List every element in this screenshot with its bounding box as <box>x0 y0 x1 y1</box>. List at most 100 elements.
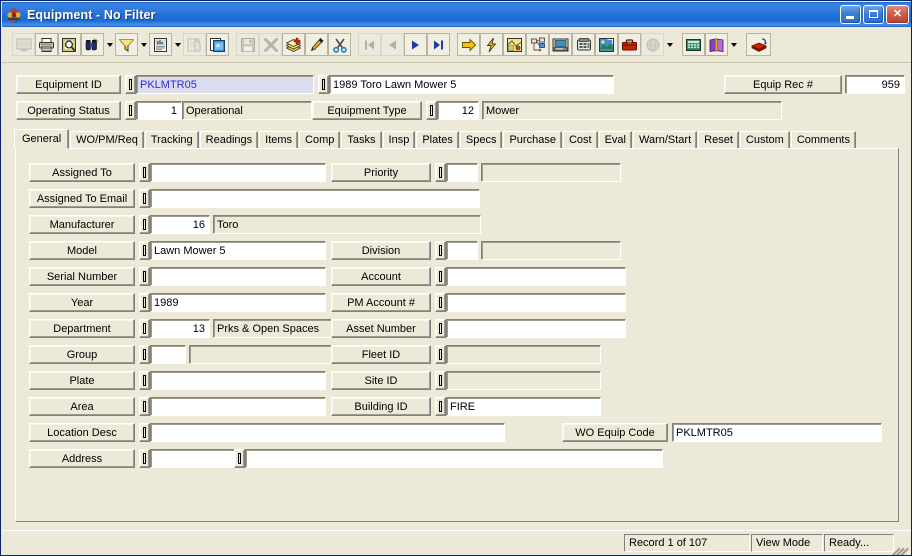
equipment-id-lookup-gadget[interactable] <box>125 75 136 94</box>
equipment-id-input[interactable]: PKLMTR05 <box>136 75 314 94</box>
tab-plates[interactable]: Plates <box>416 131 459 149</box>
report-icon[interactable] <box>149 33 172 56</box>
equipment-type-lookup-gadget[interactable] <box>426 101 437 120</box>
plate-input[interactable] <box>150 371 326 390</box>
model-lookup-gadget[interactable] <box>139 241 150 260</box>
tab-purchase[interactable]: Purchase <box>503 131 562 149</box>
serial-number-lookup-gadget[interactable] <box>139 267 150 286</box>
tab-eval[interactable]: Eval <box>598 131 632 149</box>
image-picture-icon[interactable] <box>595 33 618 56</box>
serial-number-input[interactable] <box>150 267 326 286</box>
cut-scissors-icon[interactable] <box>328 33 351 56</box>
tab-tracking[interactable]: Tracking <box>144 131 199 149</box>
edit-pencil-icon[interactable] <box>305 33 328 56</box>
minimize-button[interactable] <box>840 5 861 24</box>
year-input[interactable]: 1989 <box>150 293 326 312</box>
tab-general[interactable]: General <box>14 129 70 149</box>
division-code-input[interactable] <box>446 241 478 260</box>
equip-rec-value[interactable]: 959 <box>845 75 905 94</box>
priority-lookup-gadget[interactable] <box>435 163 446 182</box>
fleet-id-lookup-gadget[interactable] <box>435 345 446 364</box>
tab-warn-start[interactable]: Warn/Start <box>632 131 698 149</box>
print-preview-icon[interactable] <box>58 33 81 56</box>
assigned-to-lookup-gadget[interactable] <box>139 163 150 182</box>
filter-dropdown-arrow[interactable] <box>138 33 149 56</box>
add-record-icon[interactable] <box>282 33 305 56</box>
tab-tasks[interactable]: Tasks <box>341 131 382 149</box>
year-lookup-gadget[interactable] <box>139 293 150 312</box>
tab-items[interactable]: Items <box>259 131 299 149</box>
location-desc-input[interactable] <box>150 423 505 442</box>
assigned-to-email-input[interactable] <box>150 189 480 208</box>
department-code-input[interactable]: 13 <box>150 319 210 338</box>
tab-custom[interactable]: Custom <box>739 131 790 149</box>
properties-icon[interactable] <box>183 33 206 56</box>
assigned-to-email-lookup-gadget[interactable] <box>139 189 150 208</box>
department-lookup-gadget[interactable] <box>139 319 150 338</box>
operating-status-lookup-gadget[interactable] <box>125 101 136 120</box>
last-record-icon[interactable] <box>427 33 450 56</box>
tab-wo-pm-req[interactable]: WO/PM/Req <box>70 131 144 149</box>
copy-record-icon[interactable] <box>206 33 229 56</box>
tab-comp[interactable]: Comp <box>299 131 341 149</box>
hierarchy-tree-icon[interactable] <box>526 33 549 56</box>
assigned-to-input[interactable] <box>150 163 326 182</box>
operating-status-code[interactable]: 1 <box>136 101 182 120</box>
account-lookup-gadget[interactable] <box>435 267 446 286</box>
binoculars-find-icon[interactable] <box>81 33 104 56</box>
close-button[interactable]: ✕ <box>886 5 909 24</box>
description-lookup-gadget[interactable] <box>318 75 329 94</box>
manufacturer-lookup-gadget[interactable] <box>139 215 150 234</box>
pm-account-input[interactable] <box>446 293 626 312</box>
previous-record-icon[interactable] <box>381 33 404 56</box>
tab-reset[interactable]: Reset <box>698 131 739 149</box>
fleet-id-input[interactable] <box>446 345 601 364</box>
book-help-icon[interactable] <box>705 33 728 56</box>
map-gis-icon[interactable] <box>503 33 526 56</box>
pm-account-lookup-gadget[interactable] <box>435 293 446 312</box>
site-id-input[interactable] <box>446 371 601 390</box>
workstation-icon[interactable] <box>549 33 572 56</box>
calculator-icon[interactable] <box>682 33 705 56</box>
group-lookup-gadget[interactable] <box>139 345 150 364</box>
model-input[interactable]: Lawn Mower 5 <box>150 241 326 260</box>
address-lookup-gadget[interactable] <box>139 449 150 468</box>
tab-comments[interactable]: Comments <box>790 131 856 149</box>
printer-icon[interactable] <box>35 33 58 56</box>
resize-grip[interactable] <box>896 534 910 552</box>
location-desc-lookup-gadget[interactable] <box>139 423 150 442</box>
lightning-action-icon[interactable] <box>480 33 503 56</box>
building-id-input[interactable]: FIRE <box>446 397 601 416</box>
globe-icon[interactable] <box>641 33 664 56</box>
tab-insp[interactable]: Insp <box>382 131 416 149</box>
asset-number-lookup-gadget[interactable] <box>435 319 446 338</box>
toolbox-icon[interactable] <box>618 33 641 56</box>
manufacturer-code-input[interactable]: 16 <box>150 215 210 234</box>
asset-number-input[interactable] <box>446 319 626 338</box>
report-dropdown-arrow[interactable] <box>172 33 183 56</box>
group-code-input[interactable] <box>150 345 186 364</box>
site-id-lookup-gadget[interactable] <box>435 371 446 390</box>
address-second-lookup-gadget[interactable] <box>234 449 245 468</box>
next-record-icon[interactable] <box>404 33 427 56</box>
save-disk-icon[interactable] <box>236 33 259 56</box>
wo-equip-code-input[interactable]: PKLMTR05 <box>672 423 882 442</box>
equipment-description-input[interactable]: 1989 Toro Lawn Mower 5 <box>329 75 614 94</box>
account-input[interactable] <box>446 267 626 286</box>
division-lookup-gadget[interactable] <box>435 241 446 260</box>
funnel-filter-icon[interactable] <box>115 33 138 56</box>
web-dropdown-arrow[interactable] <box>664 33 675 56</box>
tab-readings[interactable]: Readings <box>199 131 259 149</box>
area-lookup-gadget[interactable] <box>139 397 150 416</box>
screen-icon[interactable] <box>12 33 35 56</box>
plate-lookup-gadget[interactable] <box>139 371 150 390</box>
building-id-lookup-gadget[interactable] <box>435 397 446 416</box>
yellow-arrow-goto-icon[interactable] <box>457 33 480 56</box>
priority-code-input[interactable] <box>446 163 478 182</box>
tab-specs[interactable]: Specs <box>459 131 503 149</box>
address-second-input[interactable] <box>245 449 663 468</box>
area-input[interactable] <box>150 397 326 416</box>
red-book-exit-icon[interactable] <box>746 33 771 56</box>
tab-cost[interactable]: Cost <box>562 131 598 149</box>
first-record-icon[interactable] <box>358 33 381 56</box>
